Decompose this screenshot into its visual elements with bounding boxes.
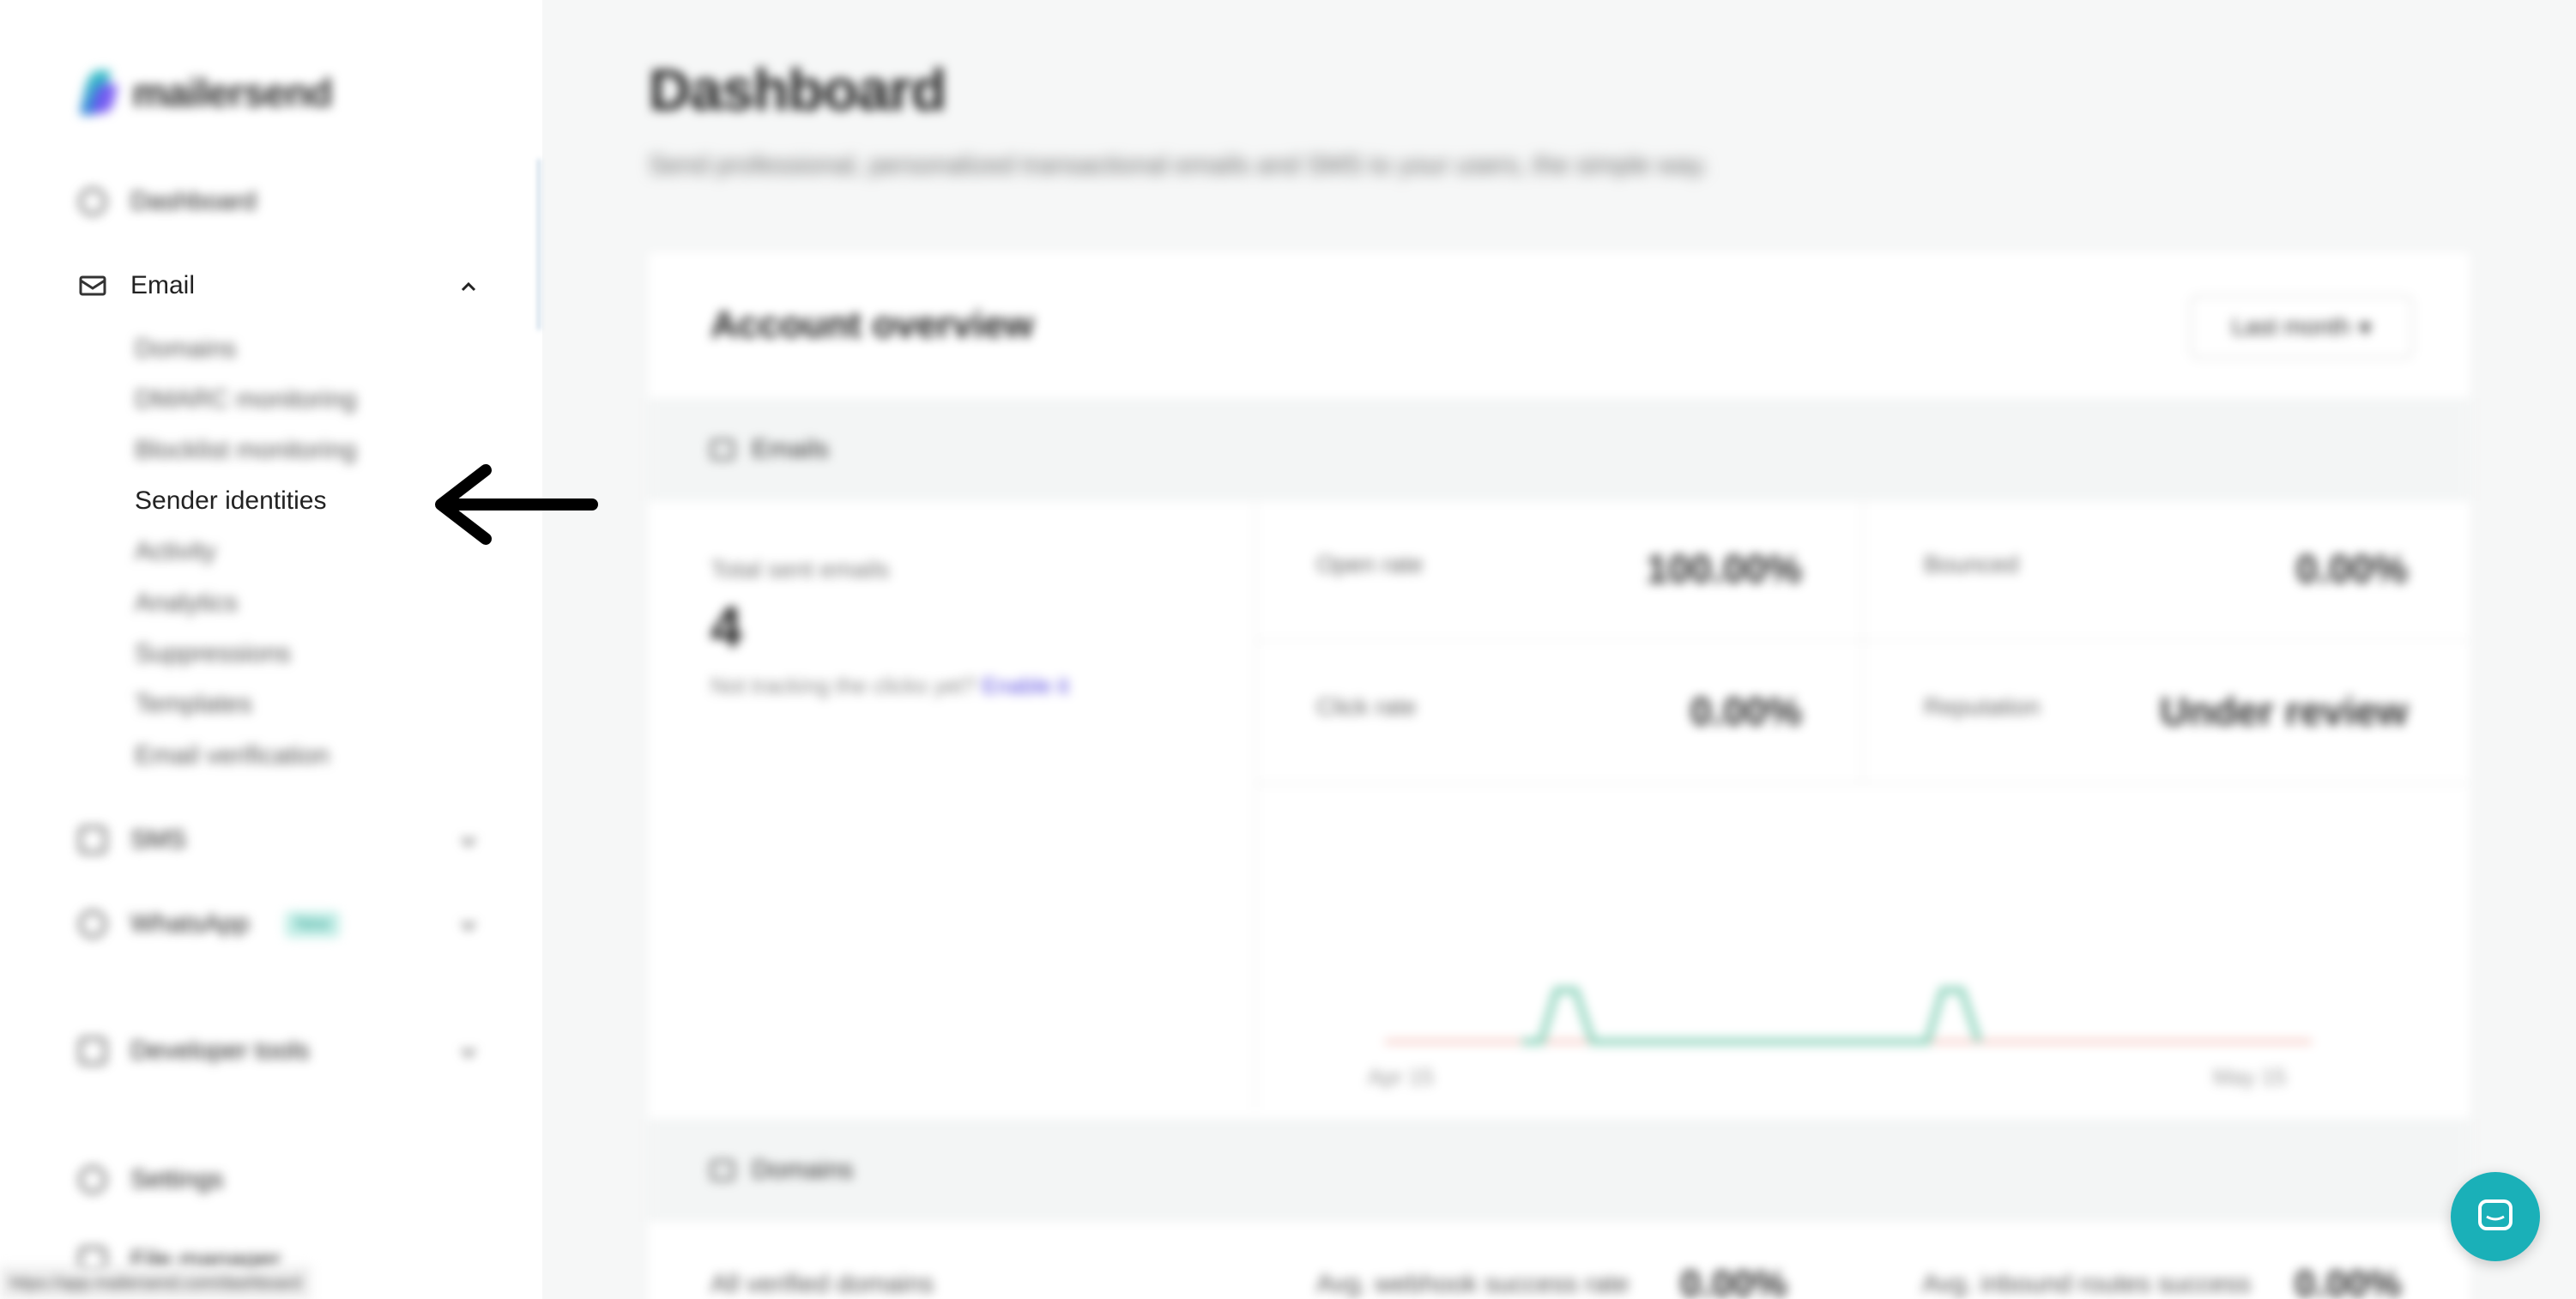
metric-bounced: Bounced 0.00% — [1862, 501, 2468, 642]
account-overview-card: Account overview Last month ▾ Emails Tot… — [649, 252, 2470, 1299]
new-badge: New — [285, 910, 341, 938]
domains-section-header: Domains — [649, 1119, 2470, 1222]
logo[interactable]: mailersend — [79, 67, 333, 118]
x-tick-start: Apr 15 — [1368, 1064, 1434, 1090]
gear-icon — [79, 1166, 106, 1193]
sidebar-item-sender-identities[interactable]: Sender identities — [135, 486, 326, 516]
metric-value: 100.00% — [1646, 547, 1802, 591]
metric-value: 0.00% — [2295, 1263, 2402, 1299]
chevron-down-icon[interactable] — [460, 916, 477, 933]
total-sent-value: 4 — [711, 595, 742, 658]
metric-label: Avg. webhook success rate — [1316, 1270, 1630, 1298]
page-subtitle: Send professional, personalized transact… — [649, 151, 1709, 179]
sidebar-item-label: SMS — [130, 825, 187, 854]
tracking-hint: Not tracking the clicks yet? Enable it — [711, 673, 1069, 699]
date-range-label: Last month — [2231, 313, 2351, 340]
sidebar-item-whatsapp[interactable]: WhatsApp New — [79, 909, 341, 939]
annotation-arrow-icon — [435, 464, 598, 545]
sidebar-item-label: WhatsApp — [130, 909, 250, 938]
mailersend-logo-icon — [79, 67, 118, 118]
phone-icon — [79, 826, 106, 854]
total-sent-panel: Total sent emails 4 Not tracking the cli… — [649, 501, 1256, 1110]
sidebar-item-suppressions[interactable]: Suppressions — [135, 639, 291, 668]
metric-reputation: Reputation Under review — [1862, 643, 2468, 784]
emails-sparkline-chart: Apr 15 May 15 — [1368, 987, 2312, 1090]
metric-label: Reputation — [1924, 693, 2041, 720]
card-title: Account overview — [711, 304, 1034, 346]
x-tick-end: May 15 — [2213, 1064, 2286, 1090]
enable-tracking-link[interactable]: Enable it — [982, 673, 1068, 698]
sidebar-item-developer-tools[interactable]: Developer tools — [79, 1036, 309, 1066]
tracking-text: Not tracking the clicks yet? — [711, 673, 977, 698]
emails-section-header: Emails — [649, 398, 2470, 501]
sidebar-item-label: Dashboard — [130, 187, 257, 215]
sidebar-item-templates[interactable]: Templates — [135, 690, 252, 719]
code-icon — [79, 1037, 106, 1065]
metric-label: Avg. inbound routes success — [1922, 1270, 2252, 1298]
section-label: Domains — [752, 1156, 854, 1184]
sidebar-scrollbar[interactable] — [537, 159, 541, 330]
chevron-down-icon[interactable] — [460, 832, 477, 849]
date-range-dropdown[interactable]: Last month ▾ — [2190, 295, 2413, 359]
chevron-down-icon: ▾ — [2359, 313, 2372, 341]
metric-value: Under review — [2160, 689, 2408, 734]
sidebar-item-label: Email — [130, 271, 196, 299]
sent-series-line — [1522, 987, 1982, 1045]
sidebar-item-label: Developer tools — [130, 1036, 310, 1065]
metric-value: 0.00% — [2295, 547, 2408, 591]
sidebar-item-settings[interactable]: Settings — [79, 1165, 223, 1194]
sidebar: mailersend Dashboard Email Domains DMARC… — [0, 0, 542, 1299]
mail-icon — [711, 439, 735, 460]
sidebar-item-activity[interactable]: Activity — [135, 537, 216, 566]
sidebar-item-domains[interactable]: Domains — [135, 335, 236, 364]
sidebar-item-dashboard[interactable]: Dashboard — [79, 187, 257, 216]
section-label: Emails — [752, 435, 830, 463]
metric-open-rate: Open rate 100.00% — [1256, 501, 1862, 642]
metric-value: 0.00% — [1690, 689, 1802, 734]
chat-button[interactable] — [2451, 1172, 2540, 1261]
sidebar-item-blocklist-monitoring[interactable]: Blocklist monitoring — [135, 436, 356, 465]
page-title: Dashboard — [649, 57, 946, 123]
metric-label: Click rate — [1316, 693, 1417, 720]
globe-icon — [711, 1160, 735, 1181]
sidebar-item-dmarc-monitoring[interactable]: DMARC monitoring — [135, 385, 356, 414]
card-header: Account overview Last month ▾ — [649, 252, 2470, 398]
metric-click-rate: Click rate 0.00% — [1256, 643, 1862, 784]
chat-icon — [2478, 1199, 2513, 1230]
metric-label: Bounced — [1924, 551, 2019, 577]
metric-label: All verified domains — [711, 1270, 934, 1298]
chevron-up-icon[interactable] — [460, 278, 477, 295]
chevron-down-icon[interactable] — [460, 1043, 477, 1060]
metric-value: 0.00% — [1680, 1263, 1787, 1299]
dashboard-icon — [79, 188, 106, 215]
status-bar-url: https://app.mailersend.com/dashboard — [0, 1266, 311, 1299]
total-sent-label: Total sent emails — [711, 556, 890, 583]
sidebar-item-analytics[interactable]: Analytics — [135, 589, 238, 618]
sidebar-item-sms[interactable]: SMS — [79, 825, 186, 855]
logo-text: mailersend — [132, 70, 333, 115]
whatsapp-icon — [79, 910, 106, 938]
sidebar-item-email[interactable]: Email — [79, 271, 195, 300]
mail-icon — [79, 272, 106, 299]
metric-label: Open rate — [1316, 551, 1424, 577]
sidebar-item-email-verification[interactable]: Email verification — [135, 741, 330, 770]
sidebar-item-label: Settings — [130, 1165, 224, 1193]
